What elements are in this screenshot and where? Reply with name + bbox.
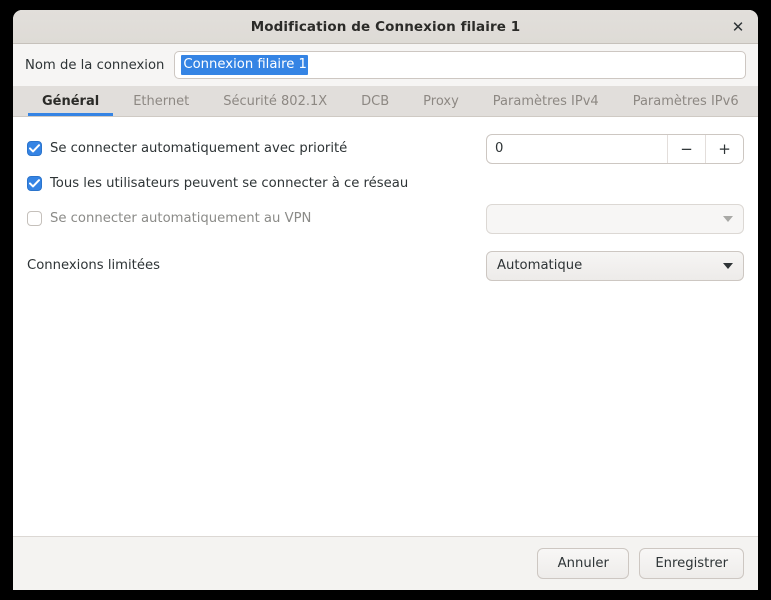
general-tab-panel: Se connecter automatiquement avec priori…: [13, 117, 758, 536]
chevron-down-icon: [723, 215, 733, 222]
tab-general[interactable]: Général: [25, 86, 116, 116]
metered-label: Connexions limitées: [27, 258, 160, 273]
priority-increment-button[interactable]: +: [705, 134, 743, 163]
tab-ipv4-settings[interactable]: Paramètres IPv4: [476, 86, 616, 116]
tab-dcb[interactable]: DCB: [344, 86, 406, 116]
metered-dropdown-value: Automatique: [497, 258, 583, 273]
chevron-down-icon: [723, 262, 733, 269]
tab-security-8021x[interactable]: Sécurité 802.1X: [206, 86, 344, 116]
vpn-row: Se connecter automatiquement au VPN: [27, 201, 744, 236]
autoconnect-checkbox[interactable]: [27, 141, 42, 156]
connection-name-label: Nom de la connexion: [25, 57, 165, 73]
checkmark-icon: [29, 144, 40, 153]
all-users-checkbox[interactable]: [27, 176, 42, 191]
tab-proxy[interactable]: Proxy: [406, 86, 476, 116]
tab-ipv6-settings[interactable]: Paramètres IPv6: [616, 86, 756, 116]
priority-decrement-button[interactable]: −: [667, 134, 705, 163]
priority-value[interactable]: 0: [487, 135, 667, 163]
autoconnect-label: Se connecter automatiquement avec priori…: [50, 141, 348, 156]
save-button[interactable]: Enregistrer: [639, 548, 744, 579]
connection-name-value: Connexion filaire 1: [181, 55, 308, 75]
tab-ethernet[interactable]: Ethernet: [116, 86, 206, 116]
titlebar: Modification de Connexion filaire 1 ✕: [13, 10, 758, 44]
vpn-checkbox[interactable]: [27, 211, 42, 226]
checkmark-icon: [29, 179, 40, 188]
connection-name-input[interactable]: Connexion filaire 1: [174, 51, 746, 79]
all-users-row: Tous les utilisateurs peuvent se connect…: [27, 166, 744, 201]
metered-dropdown[interactable]: Automatique: [486, 250, 744, 281]
connection-editor-window: Modification de Connexion filaire 1 ✕ No…: [13, 10, 758, 590]
vpn-dropdown[interactable]: [486, 203, 744, 234]
vpn-label: Se connecter automatiquement au VPN: [50, 211, 312, 226]
tab-bar: Général Ethernet Sécurité 802.1X DCB Pro…: [13, 86, 758, 117]
connection-name-row: Nom de la connexion Connexion filaire 1: [13, 44, 758, 86]
autoconnect-row: Se connecter automatiquement avec priori…: [27, 131, 744, 166]
metered-row: Connexions limitées Automatique: [27, 248, 744, 283]
priority-stepper[interactable]: 0 − +: [486, 133, 744, 164]
dialog-footer: Annuler Enregistrer: [13, 536, 758, 590]
close-icon[interactable]: ✕: [727, 16, 749, 38]
window-title: Modification de Connexion filaire 1: [250, 18, 521, 35]
all-users-label: Tous les utilisateurs peuvent se connect…: [50, 176, 409, 191]
cancel-button[interactable]: Annuler: [537, 548, 630, 579]
